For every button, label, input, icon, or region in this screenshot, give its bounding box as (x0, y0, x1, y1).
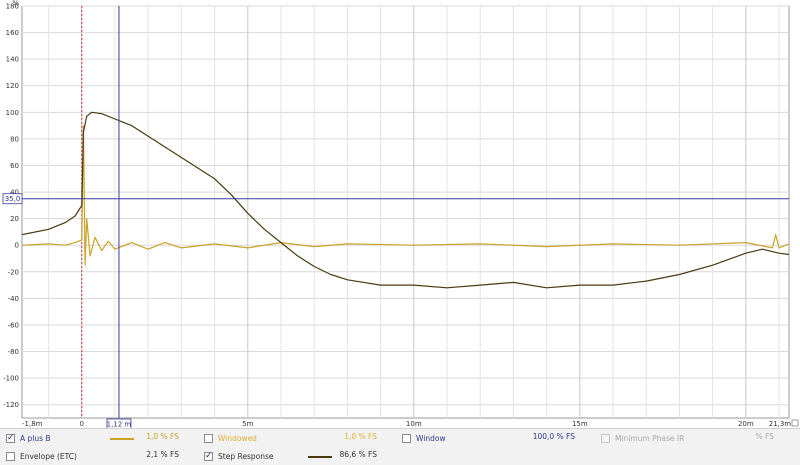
y-tick-label: -80 (8, 348, 19, 356)
y-tick-label: 60 (10, 162, 19, 170)
x-tick-label: 20m (738, 420, 754, 428)
checkbox-window[interactable] (402, 434, 411, 443)
legend-row-2: Envelope (ETC) 2,1 % FS Step Response 86… (0, 448, 800, 465)
y-tick-label: 100 (6, 109, 19, 117)
cursor-y-label: 35,0 (5, 195, 21, 203)
legend-envelope-etc[interactable]: Envelope (ETC) (6, 450, 77, 463)
y-tick-label: -60 (8, 321, 19, 329)
value-minimum-phase-ir: % FS (755, 432, 774, 441)
value-envelope-etc: 2,1 % FS (146, 450, 179, 459)
y-tick-label: -100 (3, 375, 19, 383)
legend-label-windowed: Windowed (218, 434, 257, 443)
y-tick-label: 80 (10, 135, 19, 143)
checkbox-envelope-etc[interactable] (6, 452, 15, 461)
checkbox-a-plus-b[interactable] (6, 432, 15, 444)
legend-a-plus-b[interactable]: A plus B (6, 432, 51, 445)
legend-label-step-response: Step Response (218, 452, 274, 461)
y-tick-label: 20 (10, 215, 19, 223)
checkbox-step-response[interactable] (204, 450, 213, 462)
legend-label-envelope-etc: Envelope (ETC) (20, 452, 77, 461)
legend-label-minimum-phase-ir: Minimum Phase IR (615, 434, 685, 443)
legend-window[interactable]: Window (402, 432, 446, 445)
impulse-plot[interactable]: 180160140120100806040200-20-40-60-80-100… (0, 0, 800, 428)
corner-icon (791, 419, 799, 427)
legend-step-response[interactable]: Step Response (204, 450, 273, 463)
x-tick-label: 5m (242, 420, 253, 428)
y-tick-label: 120 (6, 82, 19, 90)
plot-area (21, 5, 790, 419)
x-tick-label: 15m (572, 420, 588, 428)
value-a-plus-b: 1,0 % FS (146, 432, 179, 441)
cursor-x-label: 1,12 m (107, 421, 132, 429)
x-tick-label: 0 (80, 420, 84, 428)
x-tick-label: 10m (406, 420, 422, 428)
x-tick-label: -1,8m (22, 420, 43, 428)
value-windowed: 1,0 % FS (344, 432, 377, 441)
checkbox-minimum-phase-ir[interactable] (601, 434, 610, 443)
y-tick-label: 160 (6, 29, 19, 37)
legend-label-a-plus-b: A plus B (20, 434, 51, 443)
value-step-response: 86,6 % FS (339, 450, 377, 459)
legend-windowed[interactable]: Windowed (204, 432, 257, 445)
legend-minimum-phase-ir[interactable]: Minimum Phase IR (601, 432, 684, 445)
y-tick-label: 0 (15, 242, 19, 250)
y-tick-label: -40 (8, 295, 19, 303)
legend-row-1: A plus B 1,0 % FS Windowed 1,0 % FS Wind… (0, 430, 800, 447)
checkbox-windowed[interactable] (204, 434, 213, 443)
y-axis-unit: % (12, 0, 19, 8)
legend-panel: A plus B 1,0 % FS Windowed 1,0 % FS Wind… (0, 428, 800, 465)
y-tick-label: -120 (3, 401, 19, 409)
y-tick-label: 140 (6, 56, 19, 64)
legend-label-window: Window (416, 434, 446, 443)
value-window: 100,0 % FS (532, 432, 575, 441)
y-tick-label: -20 (8, 268, 19, 276)
